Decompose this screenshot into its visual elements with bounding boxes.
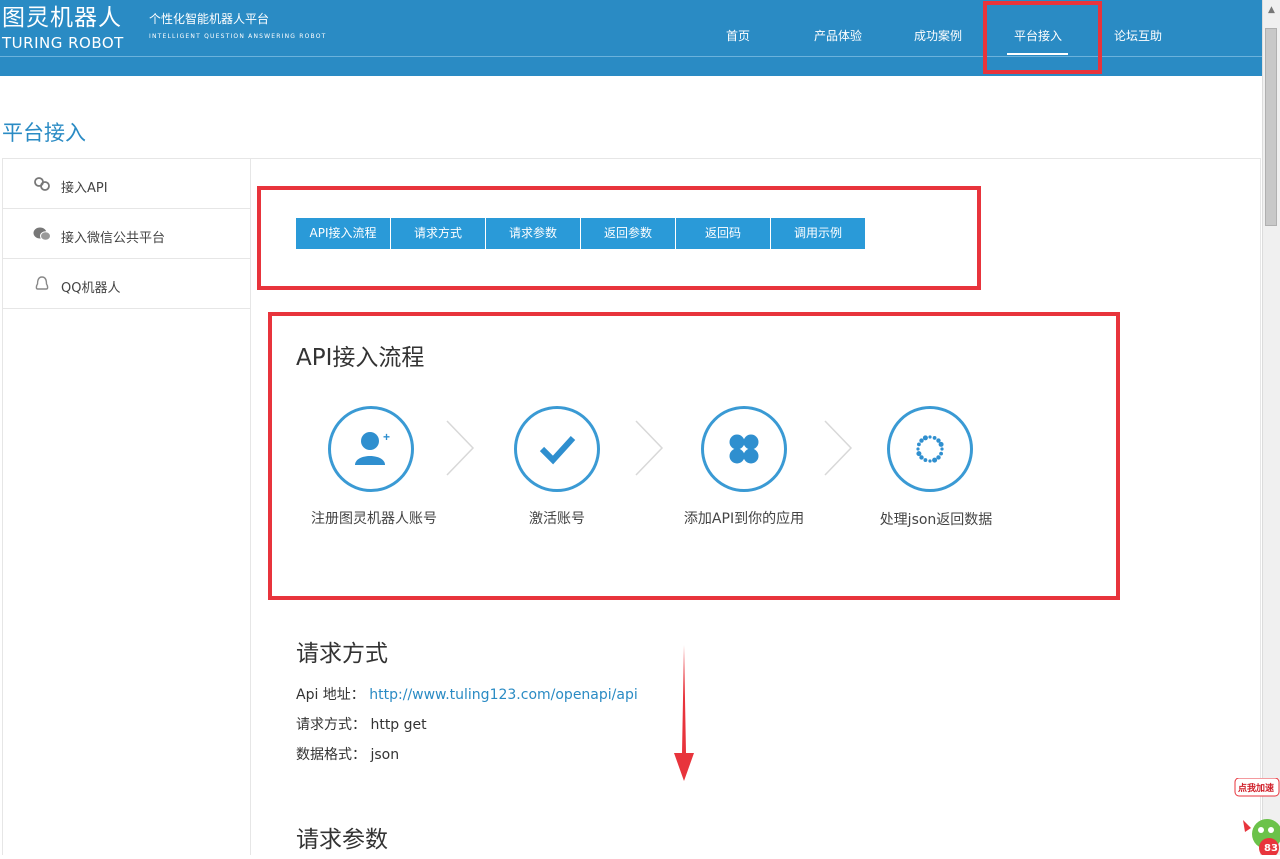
clover-icon [729, 434, 759, 464]
step-arrow-icon [824, 420, 853, 476]
slogan: 个性化智能机器人平台 INTELLIGENT QUESTION ANSWERIN… [149, 11, 327, 40]
sidebar-item-label: 接入微信公共平台 [61, 231, 166, 246]
api-address-row: Api 地址： http://www.tuling123.com/openapi… [296, 684, 638, 704]
request-method-label: 请求方式： [296, 717, 366, 733]
checkmark-icon [539, 435, 576, 465]
tab-api-flow[interactable]: API接入流程 [296, 218, 390, 249]
sidebar-item-api[interactable]: 接入API [3, 159, 251, 209]
step-label-add-api: 添加API到你的应用 [683, 511, 805, 527]
step-add-api [701, 406, 787, 492]
speed-up-widget[interactable]: 点我加速 83 [1233, 777, 1280, 858]
page-title: 平台接入 [2, 121, 86, 145]
sidebar-item-qq[interactable]: QQ机器人 [3, 259, 251, 309]
qq-penguin-icon [35, 276, 49, 290]
logo-cn-text: 图灵机器人 [2, 5, 122, 31]
step-label-activate: 激活账号 [529, 511, 585, 527]
link-icon [34, 177, 50, 191]
speed-up-text: 点我加速 [1238, 784, 1275, 794]
nav-forum[interactable]: 论坛互助 [1114, 27, 1162, 44]
data-format-value: json [370, 747, 400, 763]
sidebar-item-wechat[interactable]: 接入微信公共平台 [3, 209, 251, 259]
tab-request-method[interactable]: 请求方式 [391, 218, 485, 249]
data-format-row: 数据格式： json [296, 744, 399, 764]
api-address-label: Api 地址： [296, 687, 365, 703]
params-section-title: 请求参数 [296, 827, 388, 853]
tab-request-params[interactable]: 请求参数 [486, 218, 580, 249]
step-register: + [328, 406, 414, 492]
flow-section-title: API接入流程 [296, 345, 425, 371]
api-address-link[interactable]: http://www.tuling123.com/openapi/api [369, 687, 637, 703]
data-format-label: 数据格式： [296, 747, 366, 763]
nav-home[interactable]: 首页 [726, 27, 750, 44]
step-label-register: 注册图灵机器人账号 [311, 511, 437, 527]
add-user-icon: + [355, 430, 390, 465]
request-method-value: http get [370, 717, 427, 733]
request-method-row: 请求方式： http get [296, 714, 427, 734]
request-section-title: 请求方式 [296, 641, 388, 667]
slogan-en: INTELLIGENT QUESTION ANSWERING ROBOT [149, 33, 327, 40]
step-arrow-icon [635, 420, 664, 476]
step-label-process-json: 处理json返回数据 [879, 512, 993, 528]
scroll-up-icon[interactable]: ▲ [1264, 2, 1279, 18]
scroll-down-arrow-icon [674, 645, 694, 781]
turing-robot-logo[interactable]: 图灵机器人 TURING ROBOT [2, 6, 124, 52]
wechat-icon [33, 227, 51, 241]
sidebar: 接入API 接入微信公共平台 QQ机器人 [2, 158, 251, 855]
dotted-circle-icon [916, 435, 944, 463]
svg-text:+: + [383, 430, 390, 444]
tab-return-params[interactable]: 返回参数 [581, 218, 675, 249]
scrollbar-thumb[interactable] [1265, 28, 1277, 226]
step-arrow-icon [446, 420, 475, 476]
sidebar-item-label: 接入API [61, 181, 108, 196]
nav-product-demo[interactable]: 产品体验 [814, 27, 862, 44]
step-process-json [887, 406, 973, 492]
tab-return-codes[interactable]: 返回码 [676, 218, 770, 249]
nav-success-cases[interactable]: 成功案例 [914, 27, 962, 44]
speed-up-count: 83 [1264, 843, 1278, 854]
sidebar-item-label: QQ机器人 [61, 281, 121, 296]
tab-call-example[interactable]: 调用示例 [771, 218, 865, 249]
logo-en-text: TURING ROBOT [2, 34, 124, 52]
slogan-cn: 个性化智能机器人平台 [149, 12, 270, 26]
highlight-nav-box [983, 1, 1102, 74]
step-activate [514, 406, 600, 492]
